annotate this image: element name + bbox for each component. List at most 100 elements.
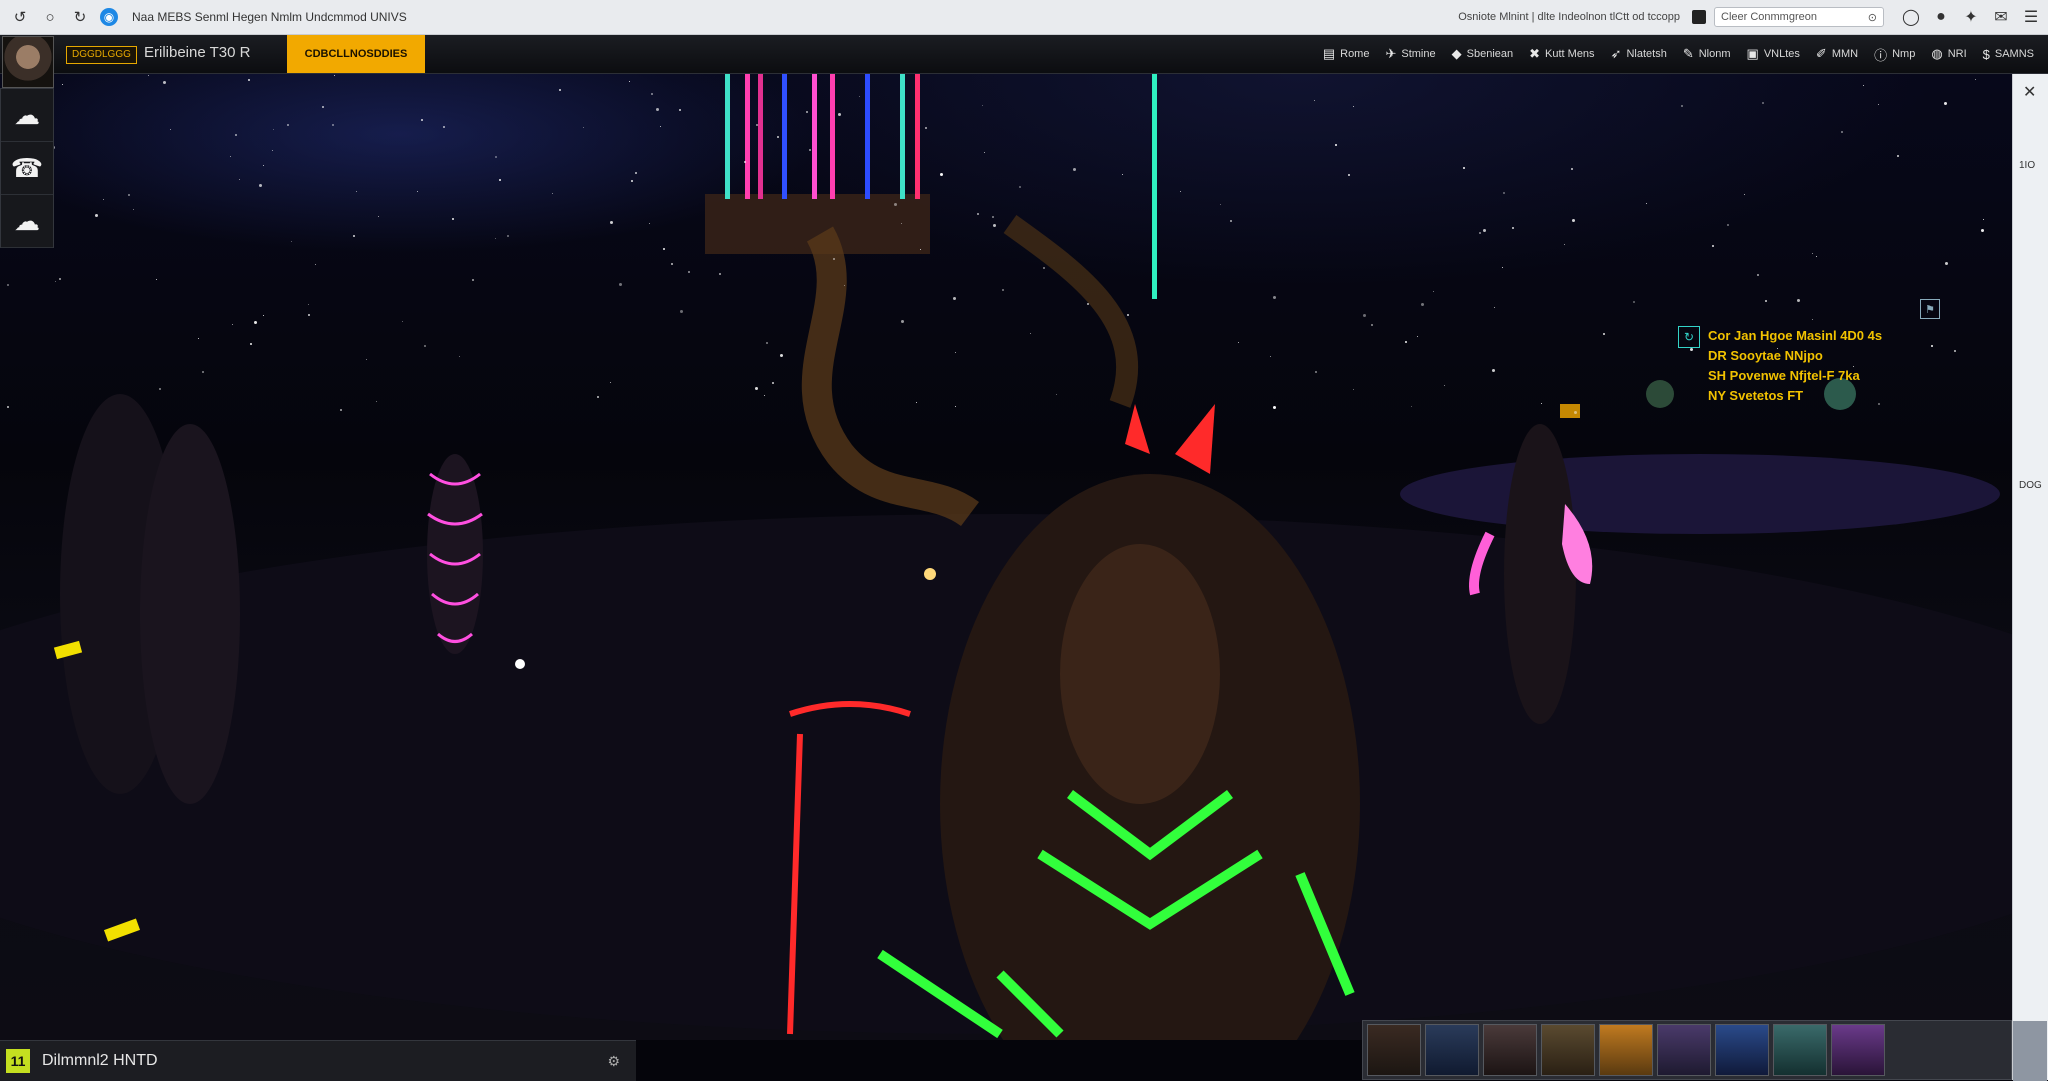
star — [1444, 385, 1445, 386]
star — [235, 134, 237, 136]
left-tool-panel: ☁ ☎ ☁ — [0, 88, 54, 248]
hotbar-slot[interactable] — [1483, 1024, 1537, 1076]
star — [1417, 336, 1418, 337]
menu-item-nlatetsh[interactable]: ➶ Nlatetsh — [1611, 46, 1667, 62]
overlay-line-3: SH Povenwe Nfjtel-F 7ka — [1708, 368, 1860, 383]
star — [1483, 229, 1486, 232]
hotbar-slot[interactable] — [1773, 1024, 1827, 1076]
star — [202, 371, 204, 373]
hotbar-slot[interactable] — [1541, 1024, 1595, 1076]
star — [1897, 155, 1899, 157]
browser-search-input[interactable]: Cleer Conmmgreon ⊙ — [1714, 7, 1884, 27]
star — [308, 314, 310, 316]
clear-search-icon[interactable]: ⊙ — [1868, 11, 1877, 24]
star — [663, 248, 665, 250]
star — [7, 284, 9, 286]
mail-icon[interactable]: ✉ — [1988, 6, 2014, 28]
star — [680, 310, 683, 313]
circle-icon[interactable]: ◯ — [1898, 6, 1924, 28]
star — [1348, 174, 1350, 176]
star — [1002, 289, 1004, 291]
menu-item-samns[interactable]: $ SAMNS — [1983, 47, 2034, 62]
bookmark-icon[interactable] — [1692, 10, 1706, 24]
overlay-flag-icon[interactable]: ⚑ — [1920, 299, 1940, 319]
star — [764, 395, 765, 396]
star — [977, 213, 979, 215]
star — [755, 387, 758, 390]
browser-logo-icon[interactable]: ◉ — [100, 8, 118, 26]
star — [1315, 371, 1317, 373]
star — [1463, 167, 1465, 169]
menu-item-stmine[interactable]: ✈ Stmine — [1385, 46, 1435, 62]
chat-settings-icon[interactable]: ⚙ — [607, 1053, 620, 1070]
star — [993, 224, 996, 227]
back-icon[interactable]: ↺ — [10, 7, 30, 27]
star — [859, 96, 860, 97]
hotbar-slot[interactable] — [1425, 1024, 1479, 1076]
menu-item-rome[interactable]: ▤ Rome — [1323, 46, 1370, 62]
hotbar-slot[interactable] — [1367, 1024, 1421, 1076]
menu-label: Nmp — [1892, 48, 1916, 60]
hud-menu: ▤ Rome ✈ Stmine ◆ Sbeniean ✖ Kutt Mens ➶ Nlat… — [1307, 35, 2034, 73]
star — [1494, 307, 1495, 308]
dollar-icon: $ — [1982, 46, 1990, 62]
star — [1273, 406, 1276, 409]
extension-icon[interactable]: ✦ — [1958, 6, 1984, 28]
hotbar-end-button[interactable] — [2013, 1021, 2047, 1081]
star — [635, 172, 637, 174]
star — [806, 111, 808, 113]
menu-icon[interactable]: ☰ — [2018, 6, 2044, 28]
menu-label: Nlonm — [1698, 48, 1731, 60]
menu-label: Kutt Mens — [1545, 48, 1595, 60]
star — [1765, 300, 1767, 302]
menu-item-nmp[interactable]: ⓘ Nmp — [1874, 45, 1915, 64]
star — [984, 152, 985, 153]
people-icon[interactable]: ☎ — [1, 142, 53, 195]
star — [651, 93, 653, 95]
star — [376, 401, 377, 402]
menu-item-sbeniean[interactable]: ◆ Sbeniean — [1452, 46, 1514, 62]
profile-icon[interactable]: ● — [1928, 6, 1954, 28]
avatar[interactable] — [2, 36, 54, 88]
star — [443, 126, 445, 128]
star — [322, 106, 324, 108]
chat-bar[interactable]: 11 Dilmmnl2 HNTD ⚙ — [0, 1040, 636, 1081]
close-icon[interactable]: ✕ — [2023, 82, 2036, 102]
star — [128, 194, 130, 196]
star — [559, 89, 561, 91]
menu-label: Stmine — [1401, 48, 1436, 60]
star — [452, 218, 454, 220]
star — [1762, 102, 1764, 104]
menu-item-nlonm[interactable]: ✎ Nlonm — [1683, 46, 1731, 62]
hotbar-slot[interactable] — [1715, 1024, 1769, 1076]
menu-item-mmn[interactable]: ✐ MMN — [1816, 46, 1858, 62]
hotbar-slot[interactable] — [1831, 1024, 1885, 1076]
menu-item-vnltes[interactable]: ▣ VNLtes — [1747, 46, 1800, 62]
star — [424, 345, 426, 347]
star — [649, 223, 650, 224]
star — [1727, 224, 1729, 226]
star — [1073, 168, 1076, 171]
overlay-text: Cor Jan Hgoe Masinl 4D0 4s DR Sooytae NN… — [1678, 326, 1882, 406]
chat-bubble-icon[interactable]: ☁ — [1, 89, 53, 142]
wing-icon: ➶ — [1610, 46, 1622, 61]
forward-icon[interactable]: ○ — [40, 7, 60, 27]
star — [1712, 245, 1714, 247]
hotbar-slot[interactable] — [1657, 1024, 1711, 1076]
star — [982, 105, 983, 106]
star — [334, 75, 335, 76]
highlight-tab[interactable]: CDBCLLNOSDDIES — [287, 35, 425, 73]
star — [1019, 186, 1021, 188]
star — [1945, 262, 1948, 265]
star — [925, 127, 927, 129]
menu-item-nri[interactable]: ◍ NRI — [1931, 46, 1966, 62]
star — [159, 388, 161, 390]
star — [1421, 303, 1424, 306]
inventory-icon[interactable]: ☁ — [1, 195, 53, 248]
walk-icon: ✈ — [1385, 46, 1397, 61]
game-viewport[interactable]: ↻ Cor Jan Hgoe Masinl 4D0 4s DR Sooytae … — [0, 74, 2012, 1040]
menu-item-kutt-mens[interactable]: ✖ Kutt Mens — [1529, 46, 1594, 62]
reload-icon[interactable]: ↻ — [70, 7, 90, 27]
hotbar-slot[interactable] — [1599, 1024, 1653, 1076]
star — [719, 273, 721, 275]
